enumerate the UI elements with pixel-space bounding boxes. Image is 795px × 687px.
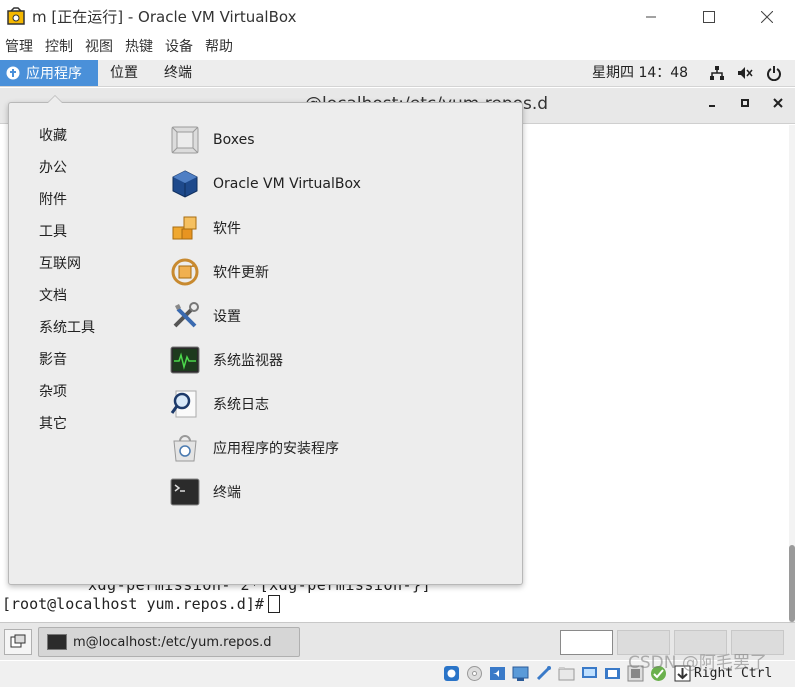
app-label: 终端 xyxy=(213,485,241,501)
clock[interactable]: 星期四 14：48 xyxy=(592,60,688,86)
app-system-log[interactable]: 系统日志 xyxy=(169,386,269,422)
applications-dropdown: 收藏 办公 附件 工具 互联网 文档 系统工具 影音 杂项 其它 Boxes O… xyxy=(8,95,523,585)
dropdown-arrow xyxy=(47,95,63,103)
app-installer-icon xyxy=(169,432,201,464)
show-desktop-button[interactable] xyxy=(4,629,32,655)
menu-view[interactable]: 视图 xyxy=(80,36,118,58)
menu-devices[interactable]: 设备 xyxy=(160,36,198,58)
menu-manage[interactable]: 管理 xyxy=(0,36,38,58)
fedora-icon xyxy=(6,66,20,80)
terminal-task-icon xyxy=(47,634,67,650)
terminal-minimize-button[interactable] xyxy=(707,96,717,112)
terminal-prompt: [root@localhost yum.repos.d]# xyxy=(2,595,264,613)
category-sundry[interactable]: 杂项 xyxy=(39,381,67,401)
app-label: 系统监视器 xyxy=(213,353,283,369)
category-office[interactable]: 办公 xyxy=(39,157,67,177)
category-documents[interactable]: 文档 xyxy=(39,285,67,305)
app-label: 应用程序的安装程序 xyxy=(213,441,339,457)
terminal-menu-button[interactable]: 终端 xyxy=(164,60,192,86)
category-internet[interactable]: 互联网 xyxy=(39,253,81,273)
app-terminal[interactable]: 终端 xyxy=(169,474,241,510)
system-monitor-icon xyxy=(169,344,201,376)
app-label: Oracle VM VirtualBox xyxy=(213,176,361,192)
video-capture-icon[interactable] xyxy=(604,665,621,682)
harddisk-status-icon[interactable] xyxy=(443,665,460,682)
terminal-prompt-line: [root@localhost yum.repos.d]# xyxy=(2,595,280,613)
category-system-tools[interactable]: 系统工具 xyxy=(39,317,95,337)
app-label: 设置 xyxy=(213,309,241,325)
settings-tools-icon xyxy=(169,300,201,332)
category-utilities[interactable]: 工具 xyxy=(39,221,67,241)
menu-hotkeys[interactable]: 热键 xyxy=(120,36,158,58)
app-system-monitor[interactable]: 系统监视器 xyxy=(169,342,283,378)
usb-status-icon[interactable] xyxy=(535,665,552,682)
applications-label: 应用程序 xyxy=(26,66,82,82)
category-favorites[interactable]: 收藏 xyxy=(39,125,67,145)
maximize-button[interactable] xyxy=(686,0,732,33)
places-menu-button[interactable]: 位置 xyxy=(110,60,138,86)
virtualbox-app-icon xyxy=(6,6,26,27)
app-label: 系统日志 xyxy=(213,397,269,413)
guest-top-bar: 应用程序 位置 终端 星期四 14：48 xyxy=(0,60,795,87)
system-log-icon xyxy=(169,388,201,420)
taskbar-terminal-label: m@localhost:/etc/yum.repos.d xyxy=(73,634,272,650)
show-desktop-icon xyxy=(10,634,26,648)
taskbar-terminal-button[interactable]: m@localhost:/etc/yum.repos.d xyxy=(38,627,300,657)
app-label: Boxes xyxy=(213,132,255,148)
app-software[interactable]: 软件 xyxy=(169,210,241,246)
volume-muted-icon[interactable] xyxy=(737,65,753,81)
minimize-button[interactable] xyxy=(628,0,674,33)
power-icon[interactable] xyxy=(766,65,782,81)
shared-folders-icon[interactable] xyxy=(558,665,575,682)
terminal-maximize-button[interactable] xyxy=(740,96,750,112)
applications-menu-button[interactable]: 应用程序 xyxy=(0,60,98,86)
terminal-scrollbar[interactable] xyxy=(789,125,795,622)
close-button[interactable] xyxy=(744,0,790,33)
csdn-watermark: CSDN @阿毛罢了 xyxy=(628,653,767,673)
network-status-icon[interactable] xyxy=(512,665,529,682)
software-icon xyxy=(169,212,201,244)
virtualbox-icon xyxy=(169,168,201,200)
category-accessories[interactable]: 附件 xyxy=(39,189,67,209)
terminal-cursor xyxy=(267,595,280,613)
category-sound-video[interactable]: 影音 xyxy=(39,349,67,369)
audio-status-icon[interactable] xyxy=(489,665,506,682)
app-label: 软件更新 xyxy=(213,265,269,281)
workspace-1[interactable] xyxy=(560,630,613,655)
category-other[interactable]: 其它 xyxy=(39,413,67,433)
scrollbar-thumb[interactable] xyxy=(789,545,795,622)
menu-help[interactable]: 帮助 xyxy=(200,36,238,58)
boxes-icon xyxy=(169,124,201,156)
host-menubar: 管理 控制 视图 热键 设备 帮助 xyxy=(0,36,240,58)
terminal-close-button[interactable] xyxy=(773,96,783,112)
app-virtualbox[interactable]: Oracle VM VirtualBox xyxy=(169,166,361,202)
app-software-update[interactable]: 软件更新 xyxy=(169,254,269,290)
app-application-installer[interactable]: 应用程序的安装程序 xyxy=(169,430,339,466)
network-icon[interactable] xyxy=(709,65,725,81)
menu-control[interactable]: 控制 xyxy=(40,36,78,58)
software-update-icon xyxy=(169,256,201,288)
app-boxes[interactable]: Boxes xyxy=(169,122,255,158)
terminal-icon xyxy=(169,476,201,508)
window-title: m [正在运行] - Oracle VM VirtualBox xyxy=(32,8,297,26)
app-label: 软件 xyxy=(213,221,241,237)
display-status-icon[interactable] xyxy=(581,665,598,682)
host-title-bar: m [正在运行] - Oracle VM VirtualBox xyxy=(0,0,795,33)
app-settings[interactable]: 设置 xyxy=(169,298,241,334)
optical-drive-icon[interactable] xyxy=(466,665,483,682)
